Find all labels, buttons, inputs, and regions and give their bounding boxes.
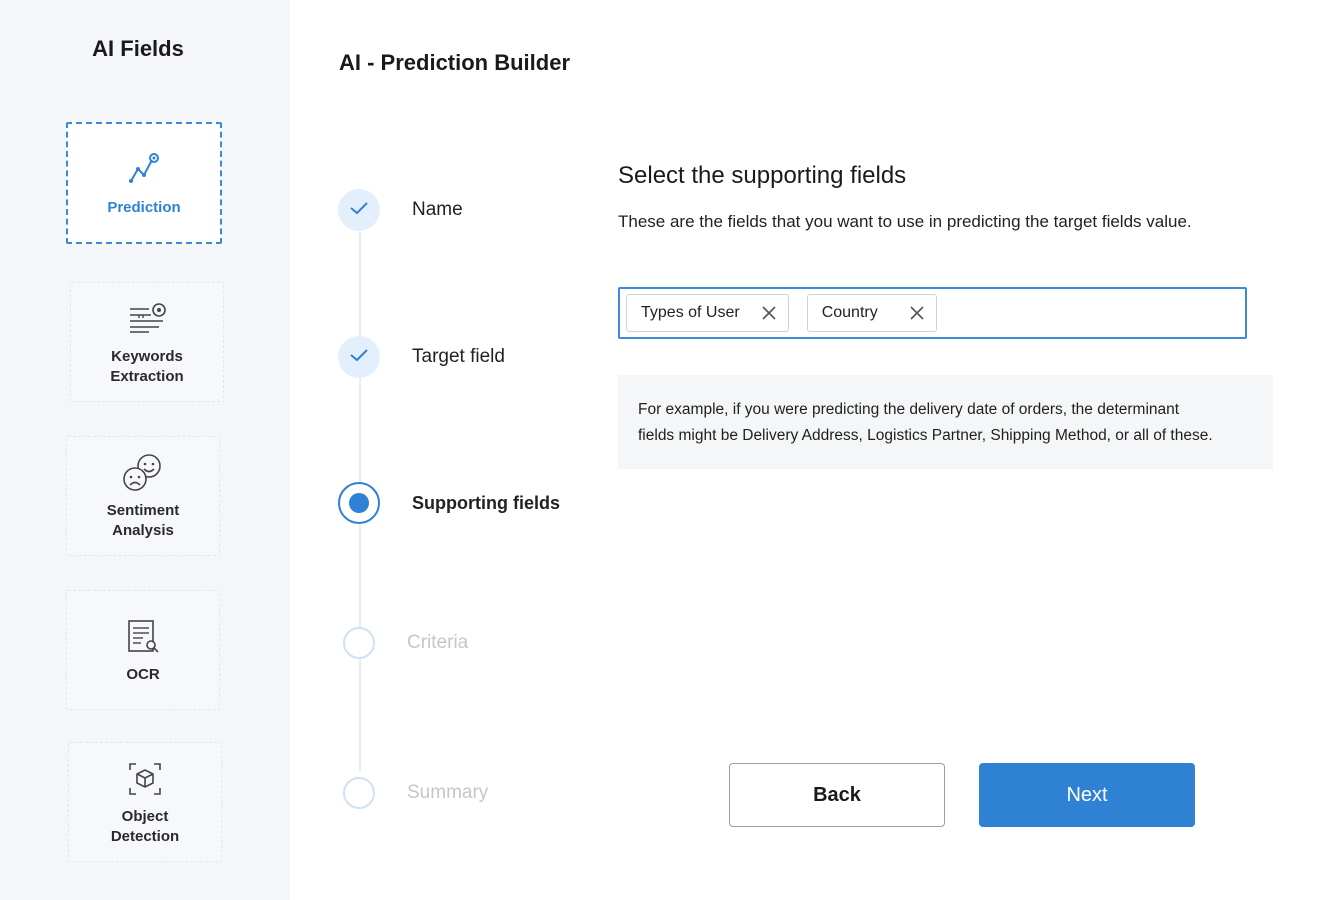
sidebar-item-label: Object [121, 808, 169, 825]
sidebar-item-label: Sentiment [106, 502, 180, 519]
next-button[interactable]: Next [979, 763, 1195, 827]
sidebar-item-ocr[interactable]: OCR [66, 590, 220, 710]
sidebar-item-sentiment-analysis[interactable]: Sentiment Analysis [66, 436, 220, 556]
step-label: Target field [412, 346, 505, 367]
step-supporting-fields[interactable]: Supporting fields [338, 482, 560, 524]
sidebar-item-prediction[interactable]: Prediction [66, 122, 222, 244]
sidebar-item-label: Prediction [107, 199, 181, 216]
step-current-indicator [338, 482, 380, 524]
step-pending-indicator [343, 627, 375, 659]
sidebar-item-label: Extraction [110, 368, 184, 385]
step-done-indicator [338, 189, 380, 231]
chip-label: Country [821, 304, 878, 321]
prediction-icon [122, 148, 166, 192]
step-pending-indicator [343, 777, 375, 809]
step-done-indicator [338, 336, 380, 378]
sidebar-item-label: Keywords [111, 348, 183, 365]
sidebar-item-label: OCR [126, 666, 160, 683]
step-summary: Summary [338, 777, 488, 809]
section-heading: Select the supporting fields [618, 162, 907, 189]
step-label: Criteria [407, 632, 469, 653]
sidebar-item-label: Analysis [112, 522, 174, 539]
example-note: For example, if you were predicting the … [618, 375, 1273, 469]
close-icon[interactable] [908, 304, 926, 322]
field-chip: Country [806, 294, 937, 332]
ocr-icon [121, 615, 165, 659]
example-text-line: For example, if you were predicting the … [638, 401, 1180, 418]
object-detection-icon [123, 757, 167, 801]
sidebar-title: AI Fields [92, 36, 184, 61]
step-target-field[interactable]: Target field [338, 336, 505, 378]
check-icon [349, 200, 369, 221]
sidebar: AI Fields Prediction Keywords Extraction… [0, 0, 290, 900]
example-text-line: fields might be Delivery Address, Logist… [638, 427, 1213, 444]
step-label: Supporting fields [412, 492, 560, 513]
section-description: These are the fields that you want to us… [618, 212, 1192, 231]
field-chip: Types of User [626, 294, 789, 332]
sidebar-item-keywords-extraction[interactable]: Keywords Extraction [70, 282, 224, 402]
page-title: AI - Prediction Builder [339, 50, 571, 75]
step-name[interactable]: Name [338, 189, 463, 231]
step-criteria: Criteria [338, 627, 468, 659]
back-button[interactable]: Back [729, 763, 945, 827]
sentiment-icon [121, 451, 165, 495]
keywords-icon [125, 297, 169, 341]
sidebar-item-label: Detection [110, 828, 180, 845]
close-icon[interactable] [760, 304, 778, 322]
chip-label: Types of User [641, 304, 740, 321]
sidebar-item-object-detection[interactable]: Object Detection [68, 742, 222, 862]
step-label: Name [412, 199, 463, 220]
check-icon [349, 347, 369, 368]
step-label: Summary [407, 782, 489, 803]
supporting-fields-input[interactable]: Types of User Country [618, 287, 1247, 339]
